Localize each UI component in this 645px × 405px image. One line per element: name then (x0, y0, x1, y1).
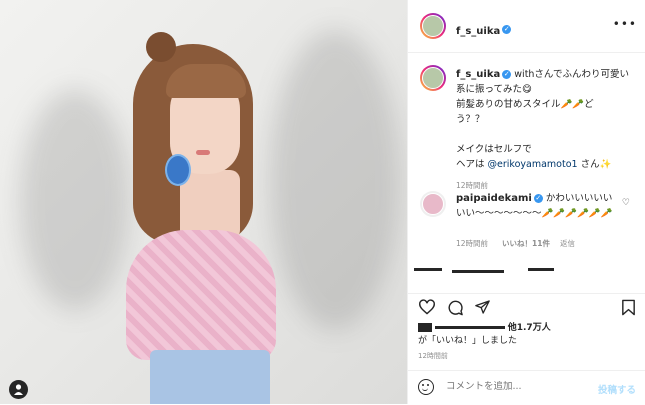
reply-link[interactable]: 返信 (560, 239, 575, 248)
author-username[interactable]: f_s_uika (456, 26, 500, 37)
more-icon[interactable]: ••• (613, 17, 637, 31)
redacted-avatar (418, 323, 432, 332)
add-comment-bar: 投稿する (408, 370, 645, 405)
redacted-block (414, 268, 442, 271)
redacted-name (434, 326, 505, 329)
verified-icon: ✓ (502, 25, 512, 34)
caption-username[interactable]: f_s_uika (456, 69, 500, 80)
post-photo[interactable] (0, 0, 407, 404)
like-heart-icon[interactable] (418, 299, 436, 315)
comment-meta: 12時間前 いいね！11件 返信 (456, 238, 575, 249)
earring (165, 154, 191, 186)
caption-line: メイクはセルフで (456, 144, 532, 155)
likes-suffix: が「いいね！」しました (418, 336, 518, 346)
share-icon[interactable] (474, 299, 491, 315)
caption-line: withさんでふんわり可愛い (514, 69, 629, 80)
mention-link[interactable]: @erikoyamamoto1 (488, 159, 578, 170)
author-avatar[interactable] (420, 13, 446, 39)
redacted-block (528, 268, 554, 271)
caption-time: 12時間前 (456, 181, 489, 190)
likes-summary: 他1.7万人 が「いいね！」しました (418, 322, 551, 348)
action-bar (408, 293, 645, 320)
instagram-post-view: f_s_uika ✓ ••• f_s_uika ✓ withさんでふんわり可愛い 系… (0, 0, 645, 404)
redacted-block (452, 270, 504, 273)
comment-time: 12時間前 (456, 239, 489, 248)
caption-line: 前髪ありの甘めスタイル🥕🥕ど (456, 99, 594, 110)
caption-avatar[interactable] (420, 65, 446, 91)
bookmark-icon[interactable] (621, 299, 636, 316)
caption-line: さん✨ (580, 159, 612, 170)
post-time: 12時間前 (418, 352, 448, 360)
comment-input[interactable] (446, 381, 576, 392)
commenter-avatar[interactable] (420, 191, 446, 217)
likes-count[interactable]: 他1.7万人 (508, 323, 551, 333)
post-caption: f_s_uika ✓ withさんでふんわり可愛い 系に振ってみた😋 前髪ありの甘… (456, 67, 636, 193)
verified-icon: ✓ (502, 70, 512, 79)
caption-line: 系に振ってみた😋 (456, 84, 532, 95)
comment-icon[interactable] (446, 299, 464, 316)
comment-likes[interactable]: いいね！11件 (502, 239, 550, 248)
post-comment-button[interactable]: 投稿する (598, 382, 636, 396)
commenter-username[interactable]: paipaidekami (456, 193, 532, 204)
comment-item: paipaidekami ✓ かわいいいいいいい〜〜〜〜〜〜〜🥕🥕🥕🥕🥕🥕 (456, 191, 621, 221)
comment-like-icon[interactable]: ♡ (622, 198, 630, 208)
caption-line: ヘアは (456, 159, 485, 170)
emoji-icon[interactable] (418, 379, 434, 395)
verified-icon: ✓ (533, 194, 543, 203)
post-header: f_s_uika ✓ ••• (408, 0, 645, 53)
post-side-panel: f_s_uika ✓ ••• f_s_uika ✓ withさんでふんわり可愛い 系… (407, 0, 645, 404)
tagged-user-icon[interactable] (9, 380, 28, 399)
caption-line: う？？ (456, 114, 485, 125)
